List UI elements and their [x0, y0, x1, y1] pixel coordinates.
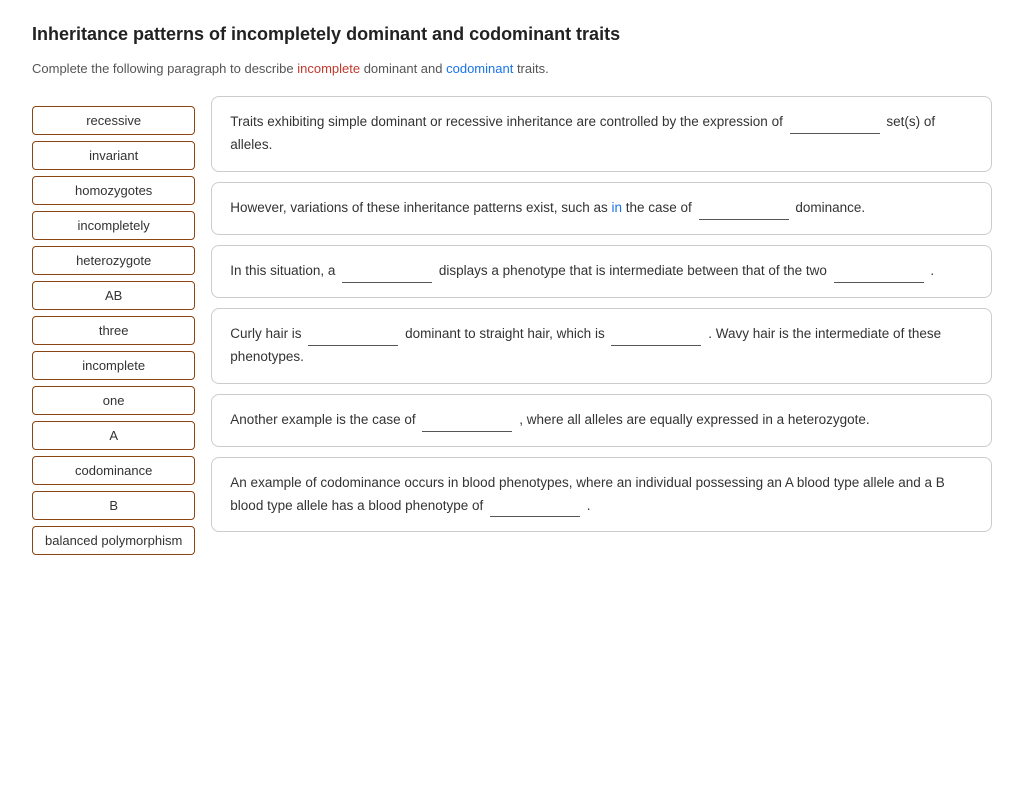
word-tile-three[interactable]: three [32, 316, 195, 345]
word-bank: recessive invariant homozygotes incomple… [32, 96, 211, 555]
sentence-1-blank[interactable] [790, 120, 880, 134]
subtitle-incomplete: incomplete [297, 61, 360, 76]
word-tile-invariant[interactable]: invariant [32, 141, 195, 170]
word-tile-one[interactable]: one [32, 386, 195, 415]
word-tile-codominance[interactable]: codominance [32, 456, 195, 485]
sentence-box-5: Another example is the case of , where a… [211, 394, 992, 447]
sentence-box-2: However, variations of these inheritance… [211, 182, 992, 235]
sentence-box-6: An example of codominance occurs in bloo… [211, 457, 992, 533]
word-tile-a[interactable]: A [32, 421, 195, 450]
sentence-3-blank-2[interactable] [834, 269, 924, 283]
sentence-box-3: In this situation, a displays a phenotyp… [211, 245, 992, 298]
sentence-4-text-middle: dominant to straight hair, which is [405, 326, 605, 341]
word-tile-balanced-polymorphism[interactable]: balanced polymorphism [32, 526, 195, 555]
word-tile-incomplete[interactable]: incomplete [32, 351, 195, 380]
sentence-2-blank[interactable] [699, 206, 789, 220]
main-layout: recessive invariant homozygotes incomple… [32, 96, 992, 555]
word-tile-recessive[interactable]: recessive [32, 106, 195, 135]
sentence-6-text-after: . [587, 498, 591, 513]
sentence-2-text-after: dominance. [795, 200, 865, 215]
sentence-3-blank-1[interactable] [342, 269, 432, 283]
sentence-3-text-middle: displays a phenotype that is intermediat… [439, 263, 827, 278]
sentence-5-text-before: Another example is the case of [230, 412, 415, 427]
word-tile-homozygotes[interactable]: homozygotes [32, 176, 195, 205]
subtitle-codominant: codominant [446, 61, 513, 76]
sentence-box-1: Traits exhibiting simple dominant or rec… [211, 96, 992, 172]
sentence-5-text-after: , where all alleles are equally expresse… [519, 412, 869, 427]
sentence-3-text-after: . [930, 263, 934, 278]
sentence-4-blank-2[interactable] [611, 332, 701, 346]
word-tile-ab[interactable]: AB [32, 281, 195, 310]
sentence-4-text-before: Curly hair is [230, 326, 301, 341]
word-tile-incompletely[interactable]: incompletely [32, 211, 195, 240]
sentence-6-blank[interactable] [490, 503, 580, 517]
sentence-5-blank[interactable] [422, 418, 512, 432]
word-tile-b[interactable]: B [32, 491, 195, 520]
sentences-panel: Traits exhibiting simple dominant or rec… [211, 96, 992, 555]
subtitle: Complete the following paragraph to desc… [32, 61, 992, 76]
sentence-box-4: Curly hair is dominant to straight hair,… [211, 308, 992, 384]
sentence-2-text-before: However, variations of these inheritance… [230, 200, 692, 215]
word-tile-heterozygote[interactable]: heterozygote [32, 246, 195, 275]
page-title: Inheritance patterns of incompletely dom… [32, 24, 992, 45]
sentence-4-blank-1[interactable] [308, 332, 398, 346]
sentence-3-text-before: In this situation, a [230, 263, 335, 278]
sentence-1-text-before: Traits exhibiting simple dominant or rec… [230, 114, 783, 129]
